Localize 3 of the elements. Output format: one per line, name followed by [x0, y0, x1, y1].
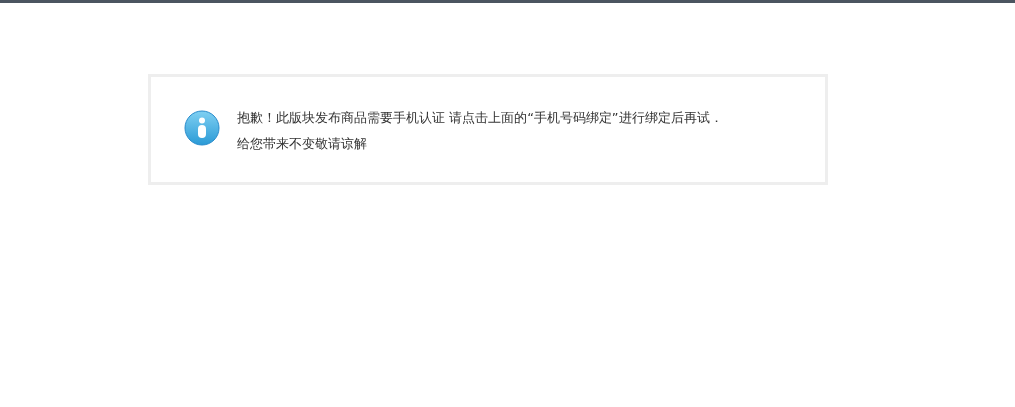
message-text: 给您带来不变敬请谅解: [237, 135, 368, 153]
message-text: 抱歉！此版块发布商品需要手机认证 请点击上面的“手机号码绑定”进行绑定后再试．: [237, 109, 723, 127]
info-icon: [184, 110, 220, 146]
